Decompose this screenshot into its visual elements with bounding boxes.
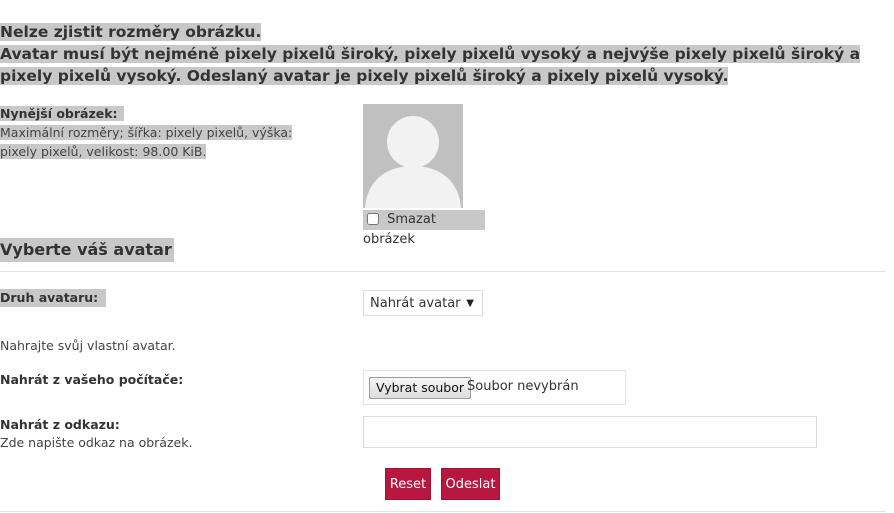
error-details: Avatar musí být nejméně pixely pixelů ši… — [0, 45, 861, 85]
file-status: Soubor nevybrán — [467, 379, 579, 394]
error-message: Nelze zjistit rozměry obrázku. Avatar mu… — [0, 21, 890, 87]
divider — [0, 271, 886, 272]
current-avatar-label: Nynější obrázek: — [0, 106, 124, 121]
bottom-divider — [0, 511, 886, 512]
default-avatar-icon — [363, 104, 463, 208]
upload-link-hint: Zde napište odkaz na obrázek. — [0, 435, 193, 450]
current-avatar-image — [363, 104, 463, 208]
file-input[interactable]: Vybrat soubor Soubor nevybrán — [363, 370, 626, 405]
avatar-type-select[interactable]: Nahrát avatar ▼ — [363, 290, 483, 316]
choose-file-button[interactable]: Vybrat soubor — [369, 377, 472, 399]
avatar-type-value: Nahrát avatar — [370, 296, 461, 311]
current-avatar-limits: Maximální rozměry; šířka: pixely pixelů,… — [0, 125, 293, 159]
reset-button[interactable]: Reset — [385, 468, 431, 500]
delete-avatar-row: Smazat obrázek — [363, 210, 485, 247]
upload-from-computer-label: Nahrát z vašeho počítače: — [0, 372, 184, 387]
upload-from-link-label: Nahrát z odkazu: — [0, 417, 120, 432]
avatar-url-input[interactable] — [363, 416, 817, 448]
delete-avatar-checkbox[interactable] — [367, 213, 379, 225]
error-title: Nelze zjistit rozměry obrázku. — [0, 23, 262, 41]
upload-hint: Nahrajte svůj vlastní avatar. — [0, 338, 176, 353]
section-title: Vyberte váš avatar — [0, 238, 174, 262]
current-avatar-info: Nynější obrázek: Maximální rozměry; šířk… — [0, 104, 330, 161]
submit-button[interactable]: Odeslat — [441, 468, 500, 500]
avatar-type-label: Druh avataru: — [0, 289, 107, 307]
chevron-down-icon: ▼ — [466, 298, 474, 309]
